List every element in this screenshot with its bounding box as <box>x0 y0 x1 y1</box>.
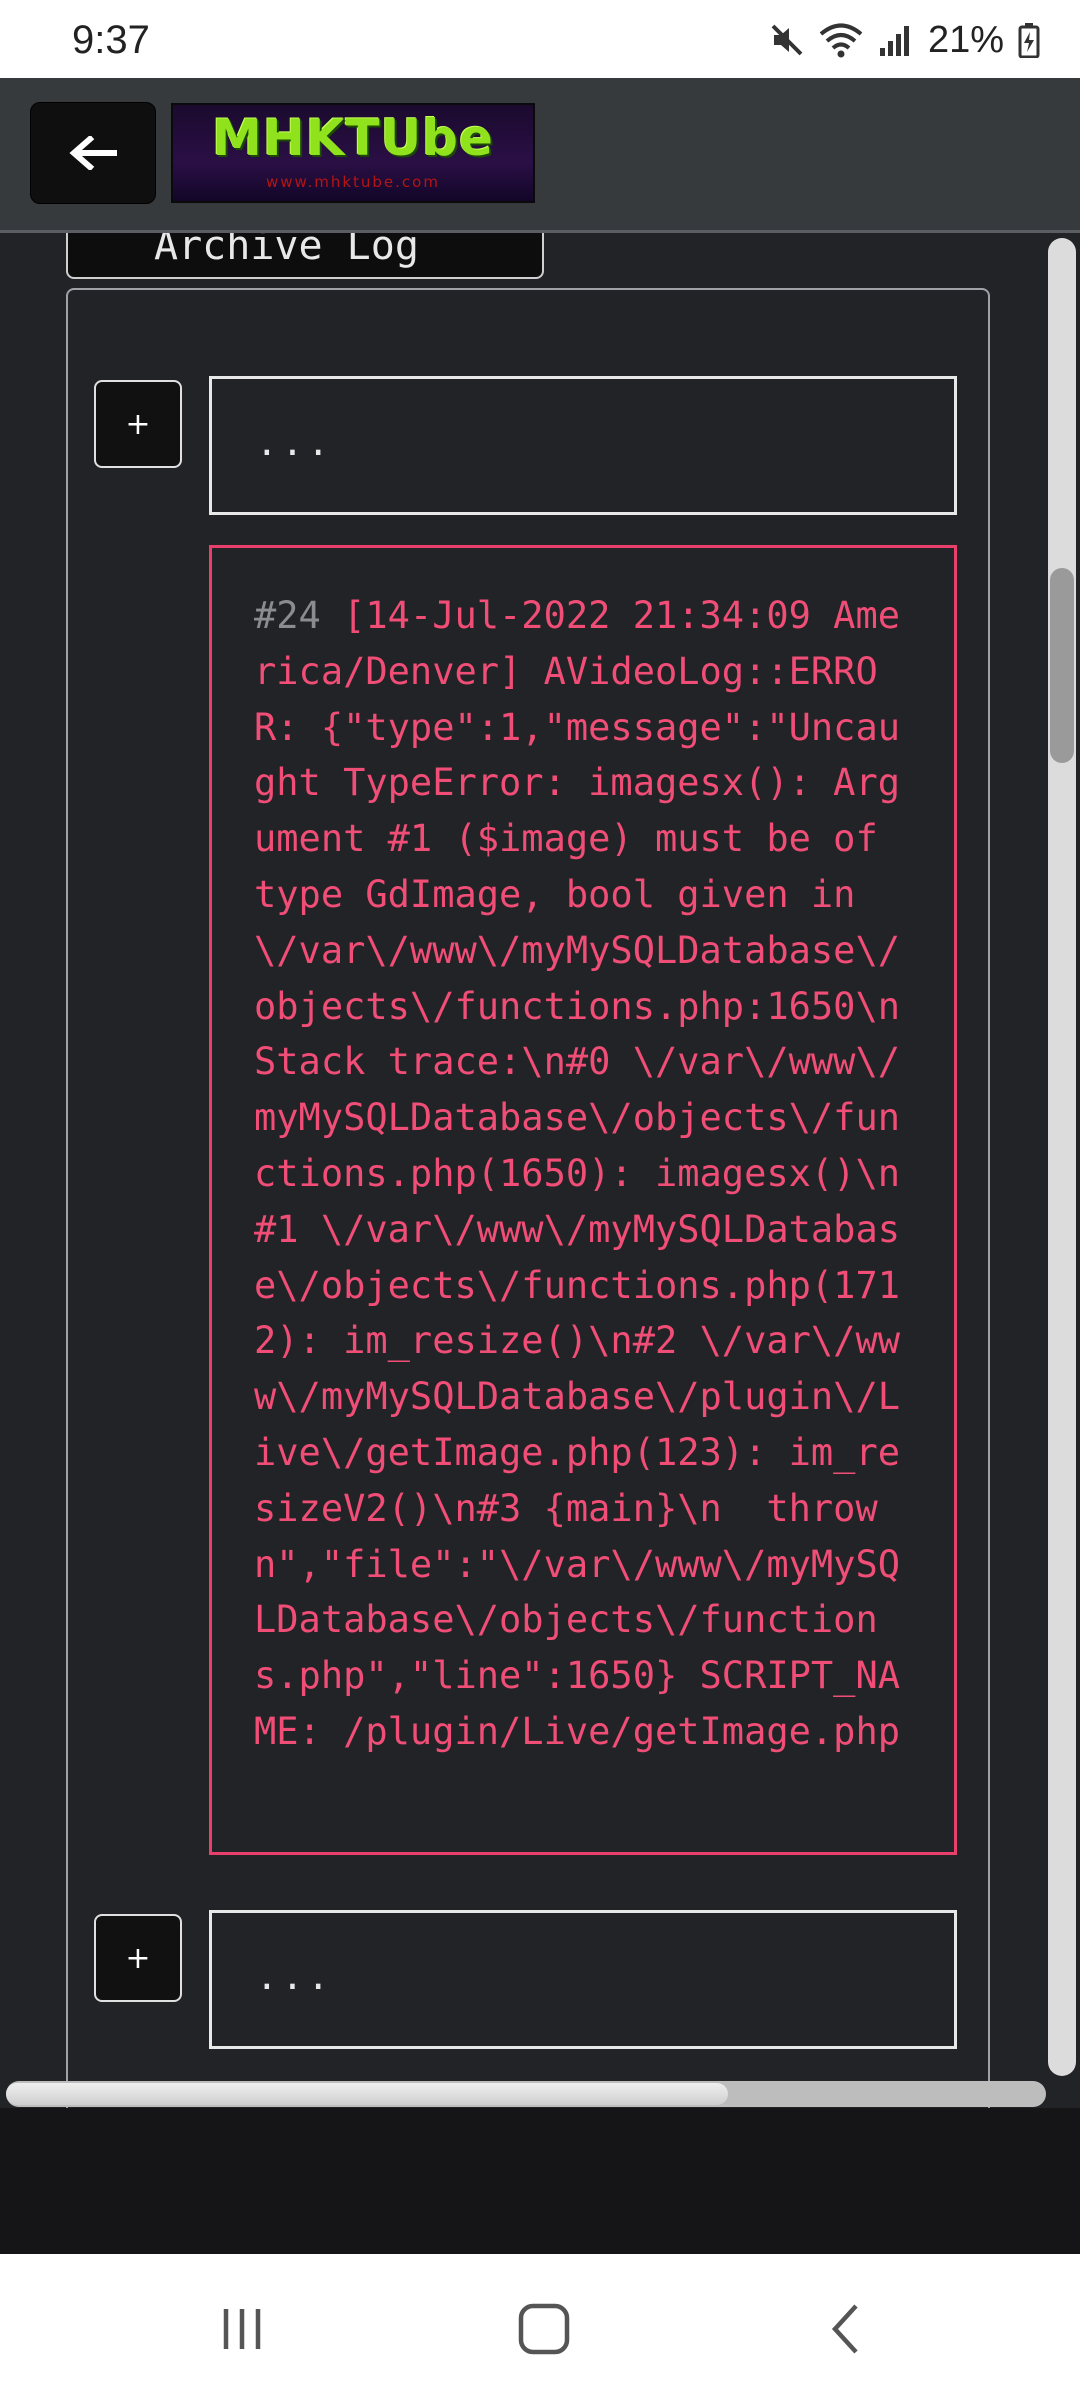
mute-icon <box>771 24 803 56</box>
status-time: 9:37 <box>72 18 150 62</box>
log-entry-error: #24 [14-Jul-2022 21:34:09 America/Denver… <box>209 545 957 1855</box>
collapsed-text: ... <box>256 423 334 464</box>
log-content-area: Archive Log + ... #24 [14-Jul-2022 21:34… <box>0 233 1080 2108</box>
wifi-icon <box>819 23 863 58</box>
entry-number: #24 <box>254 594 321 637</box>
site-logo[interactable]: MHKTUbe www.mhktube.com <box>171 103 535 203</box>
collapsed-text: ... <box>256 1957 334 1998</box>
status-icons: 21% <box>770 18 1040 61</box>
horizontal-scroll-thumb[interactable] <box>6 2083 728 2105</box>
battery-percent: 21% <box>927 18 1004 61</box>
navigation-bar <box>0 2254 1080 2400</box>
status-bar: 9:37 21% <box>0 0 1080 78</box>
logo-text: MHKTUbe <box>212 109 494 167</box>
vertical-scrollbar[interactable] <box>1048 238 1076 2076</box>
home-button[interactable] <box>504 2294 584 2364</box>
home-icon <box>518 2303 570 2355</box>
tab-archive-log[interactable]: Archive Log <box>66 233 544 279</box>
battery-charging-icon <box>1018 23 1040 58</box>
arrow-left-icon <box>69 136 117 170</box>
logo-subtext: www.mhktube.com <box>266 173 440 191</box>
expand-button[interactable]: + <box>94 380 182 468</box>
expand-button[interactable]: + <box>94 1914 182 2002</box>
back-icon <box>831 2304 858 2354</box>
vertical-scroll-thumb[interactable] <box>1050 568 1074 763</box>
app-header: MHKTUbe www.mhktube.com <box>0 78 1080 233</box>
recent-apps-button[interactable] <box>202 2294 282 2364</box>
signal-icon <box>879 26 909 56</box>
log-entry-collapsed[interactable]: ... <box>209 376 957 515</box>
back-button[interactable] <box>30 102 156 204</box>
page-footer-band <box>0 2108 1080 2254</box>
recent-apps-icon <box>223 2309 261 2349</box>
system-back-button[interactable] <box>806 2294 886 2364</box>
horizontal-scrollbar[interactable] <box>6 2081 1046 2107</box>
entry-text: [14-Jul-2022 21:34:09 America/Denver] AV… <box>254 594 901 1753</box>
log-entry-collapsed[interactable]: ... <box>209 1910 957 2049</box>
tab-label: Archive Log <box>154 233 419 269</box>
error-message: #24 [14-Jul-2022 21:34:09 America/Denver… <box>254 588 914 1760</box>
